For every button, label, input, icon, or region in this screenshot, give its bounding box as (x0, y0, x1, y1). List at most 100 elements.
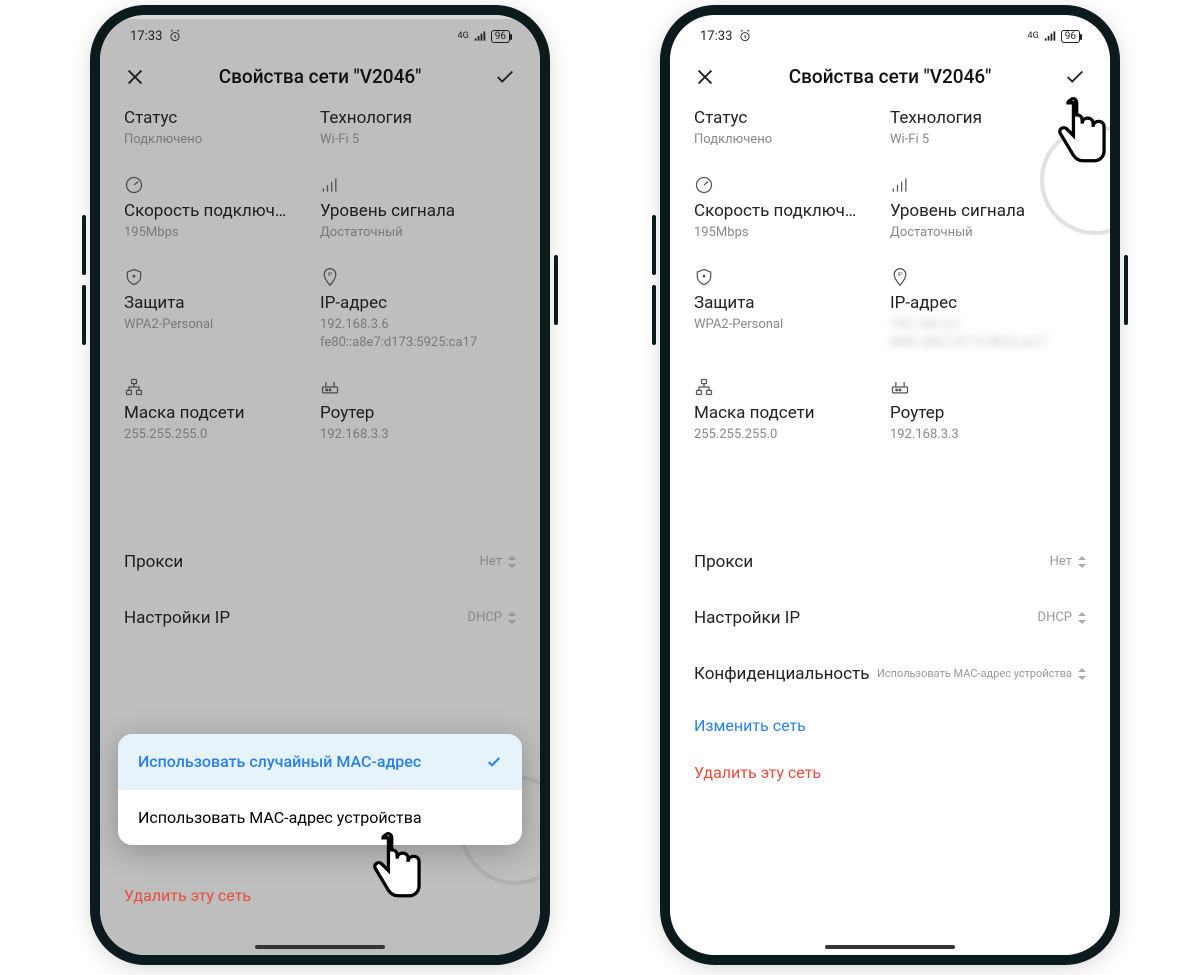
status-value: Подключено (694, 131, 890, 149)
tech-label: Технология (890, 108, 1086, 128)
speed-label: Скорость подключ… (124, 201, 320, 221)
header: Свойства сети "V2046" (100, 53, 540, 102)
proxy-value: Нет (1050, 554, 1072, 569)
subnet-label: Маска подсети (124, 403, 320, 423)
security-value: WPA2-Personal (694, 316, 890, 334)
power-button[interactable] (554, 255, 558, 325)
subnet-value: 255.255.255.0 (124, 426, 320, 444)
subnet-icon (124, 377, 144, 397)
ip-value-1: 192.168.3.6 (320, 316, 516, 334)
router-value: 192.168.3.3 (890, 426, 1086, 444)
ip-settings-label: Настройки IP (694, 608, 800, 628)
net-indicator: 4G (1028, 31, 1039, 41)
signal-label: Уровень сигнала (320, 201, 516, 221)
screen-left: 17:33 4G 96 Свойства сети "V2046" Статус… (100, 15, 540, 955)
router-label: Роутер (890, 403, 1086, 423)
ip-settings-row[interactable]: Настройки IP DHCP (124, 590, 516, 646)
volume-down-button[interactable] (82, 285, 86, 345)
popup-option-random[interactable]: Использовать случайный MAC-адрес (118, 734, 522, 789)
status-label: Статус (694, 108, 890, 128)
router-value: 192.168.3.3 (320, 426, 516, 444)
confirm-icon[interactable] (494, 66, 516, 88)
popup-option-device-label: Использовать MAC-адрес устройства (138, 808, 422, 827)
signal-strength-icon (320, 175, 340, 195)
ip-value-blurred: 192.168.3.6 (890, 316, 1086, 334)
router-label: Роутер (320, 403, 516, 423)
volume-up-button[interactable] (82, 215, 86, 275)
alarm-icon (738, 29, 752, 43)
status-bar: 17:33 4G 96 (100, 19, 540, 53)
popup-option-random-label: Использовать случайный MAC-адрес (138, 752, 421, 771)
home-indicator[interactable] (825, 945, 955, 949)
tech-value: Wi-Fi 5 (320, 131, 516, 149)
signal-icon (473, 29, 487, 43)
svg-text:IP: IP (328, 272, 333, 278)
page-title: Свойства сети "V2046" (219, 65, 422, 88)
alarm-icon (168, 29, 182, 43)
delete-network-link[interactable]: Удалить эту сеть (124, 886, 251, 905)
shield-icon (694, 267, 714, 287)
ip-label: IP-адрес (320, 293, 516, 313)
status-value: Подключено (124, 131, 320, 149)
phone-right: 17:33 4G 96 Свойства сети "V2046" Статус… (660, 5, 1120, 965)
subnet-icon (694, 377, 714, 397)
signal-strength-icon (890, 175, 910, 195)
signal-value: Достаточный (890, 224, 1086, 242)
security-label: Защита (694, 293, 890, 313)
ip-value-2: fe80::a8e7:d173:5925:ca17 (320, 334, 516, 352)
ip-icon: IP (320, 267, 340, 287)
router-icon (320, 377, 340, 397)
proxy-value: Нет (480, 554, 502, 569)
modify-network-link[interactable]: Изменить сеть (694, 702, 1086, 749)
privacy-label: Конфиденциальность (694, 664, 869, 684)
speed-icon (694, 175, 714, 195)
home-indicator[interactable] (255, 945, 385, 949)
security-label: Защита (124, 293, 320, 313)
speed-value: 195Mbps (694, 224, 890, 242)
svg-text:IP: IP (898, 272, 903, 278)
subnet-label: Маска подсети (694, 403, 890, 423)
signal-value: Достаточный (320, 224, 516, 242)
status-label: Статус (124, 108, 320, 128)
ip-icon: IP (890, 267, 910, 287)
speed-label: Скорость подключ… (694, 201, 890, 221)
ip-settings-value: DHCP (468, 610, 502, 625)
ip-label: IP-адрес (890, 293, 1086, 313)
status-time: 17:33 (700, 29, 732, 44)
ip-settings-label: Настройки IP (124, 608, 230, 628)
router-icon (890, 377, 910, 397)
ip-settings-row[interactable]: Настройки IP DHCP (694, 590, 1086, 646)
phone-left: 17:33 4G 96 Свойства сети "V2046" Статус… (90, 5, 550, 965)
content: Статус Подключено Технология Wi-Fi 5 Ско… (670, 102, 1110, 955)
power-button[interactable] (1124, 255, 1128, 325)
proxy-label: Прокси (694, 552, 753, 572)
signal-icon (1043, 29, 1057, 43)
page-title: Свойства сети "V2046" (789, 65, 992, 88)
privacy-row[interactable]: Конфиденциальность Использовать MAC-адре… (694, 646, 1086, 702)
volume-down-button[interactable] (652, 285, 656, 345)
confirm-icon[interactable] (1064, 66, 1086, 88)
check-icon (486, 754, 502, 770)
status-time: 17:33 (130, 29, 162, 44)
proxy-label: Прокси (124, 552, 183, 572)
header: Свойства сети "V2046" (670, 53, 1110, 102)
security-value: WPA2-Personal (124, 316, 320, 334)
ip-value-blurred-2: fe80::a8e7:d173:5925:ca17 (890, 334, 1086, 352)
privacy-value: Использовать MAC-адрес устройства (877, 667, 1072, 680)
shield-icon (124, 267, 144, 287)
speed-icon (124, 175, 144, 195)
mac-popup: Использовать случайный MAC-адрес Использ… (118, 734, 522, 845)
battery-icon: 96 (491, 30, 510, 43)
close-icon[interactable] (124, 66, 146, 88)
delete-network-link[interactable]: Удалить эту сеть (694, 749, 1086, 796)
subnet-value: 255.255.255.0 (694, 426, 890, 444)
proxy-row[interactable]: Прокси Нет (124, 534, 516, 590)
ip-settings-value: DHCP (1038, 610, 1072, 625)
popup-option-device[interactable]: Использовать MAC-адрес устройства (118, 789, 522, 845)
net-indicator: 4G (458, 31, 469, 41)
screen-right: 17:33 4G 96 Свойства сети "V2046" Статус… (670, 15, 1110, 955)
battery-icon: 96 (1061, 30, 1080, 43)
proxy-row[interactable]: Прокси Нет (694, 534, 1086, 590)
close-icon[interactable] (694, 66, 716, 88)
volume-up-button[interactable] (652, 215, 656, 275)
